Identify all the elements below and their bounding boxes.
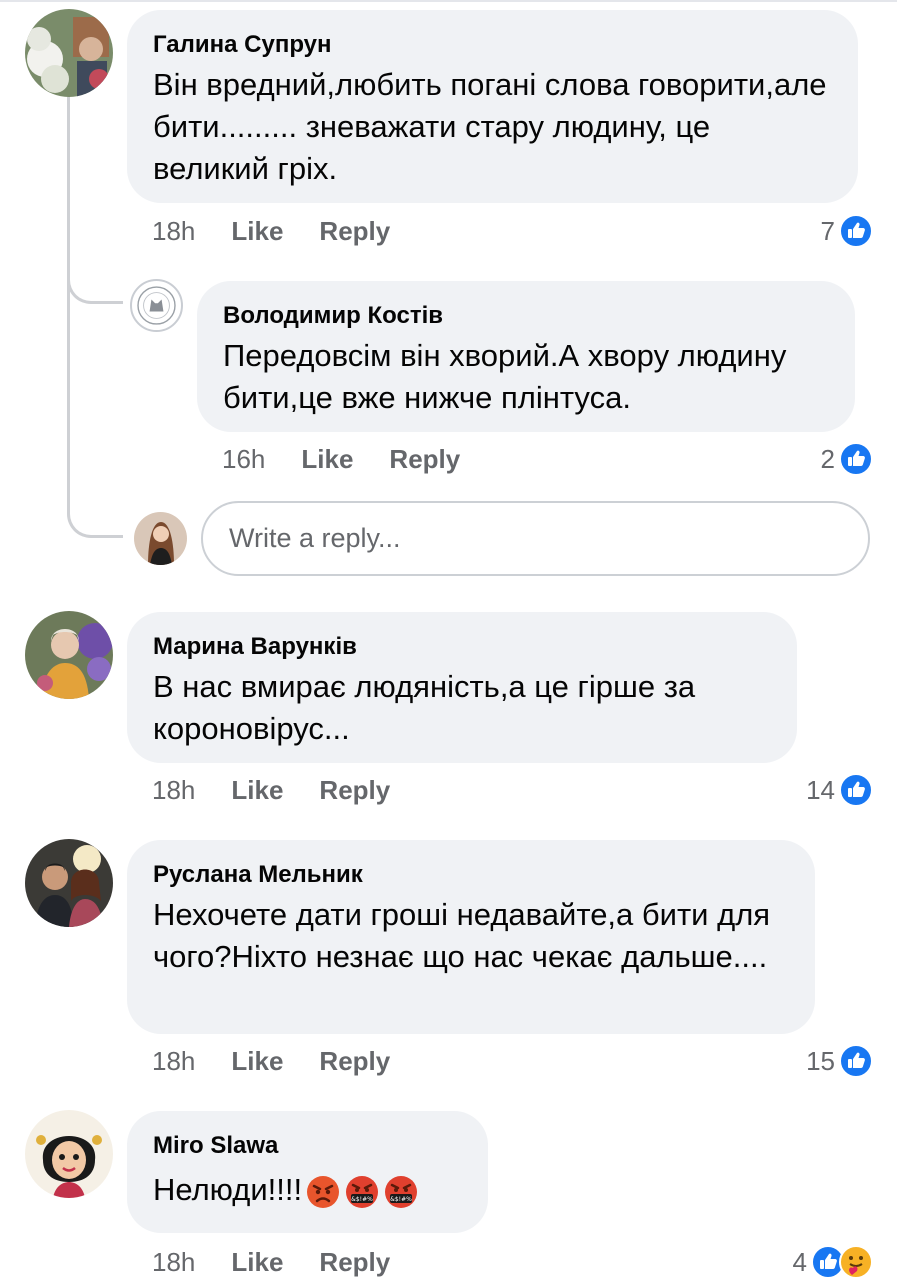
reply-input-placeholder: Write a reply... [229, 523, 401, 553]
comment-actions: 18h Like Reply [152, 773, 390, 807]
reaction-summary[interactable]: 7 [821, 214, 873, 248]
reaction-summary[interactable]: 2 [821, 442, 873, 476]
comment-bubble: Володимир Костів Передовсім він хворий.А… [197, 281, 855, 432]
cursing-face-emoji: &$!#% [383, 1174, 419, 1210]
comment-actions: 18h Like Reply [152, 1245, 390, 1279]
comment-actions: 16h Like Reply [222, 442, 460, 476]
top-divider [0, 0, 897, 2]
comment-time[interactable]: 16h [222, 444, 265, 475]
like-button[interactable]: Like [231, 1247, 283, 1278]
comment-author[interactable]: Галина Супрун [153, 30, 832, 60]
reply-button[interactable]: Reply [319, 216, 390, 247]
reply-button[interactable]: Reply [319, 1247, 390, 1278]
reply-button[interactable]: Reply [319, 775, 390, 806]
comment-text-content: Нелюди!!!! [153, 1172, 303, 1207]
comment-author[interactable]: Марина Варунків [153, 632, 771, 662]
comment-time[interactable]: 18h [152, 1046, 195, 1077]
reaction-count: 14 [806, 774, 835, 805]
avatar-current-user [134, 512, 187, 565]
angry-face-emoji [305, 1174, 341, 1210]
like-button[interactable]: Like [301, 444, 353, 475]
comment-time[interactable]: 18h [152, 775, 195, 806]
avatar-halyna[interactable] [25, 9, 113, 97]
reaction-count: 4 [792, 1246, 807, 1277]
thread-line-branch-1 [67, 268, 123, 304]
comment-bubble: Руслана Мельник Нехочете дати гроші неда… [127, 840, 815, 1034]
comment-text: В нас вмирає людяність,а це гірше за кор… [153, 669, 696, 746]
thread-line-branch-2 [67, 500, 123, 538]
like-button[interactable]: Like [231, 775, 283, 806]
reaction-count: 15 [806, 1045, 835, 1076]
comment-author[interactable]: Володимир Костів [223, 301, 829, 331]
reply-button[interactable]: Reply [389, 444, 460, 475]
reply-button[interactable]: Reply [319, 1046, 390, 1077]
comment-text: Передовсім він хворий.А хвору людину бит… [223, 338, 787, 415]
comment-bubble: Галина Супрун Він вредний,любить погані … [127, 10, 858, 203]
comment-text: Він вредний,любить погані слова говорити… [153, 67, 827, 186]
reaction-count: 2 [820, 443, 835, 474]
avatar-maryna[interactable] [25, 611, 113, 699]
svg-text:&$!#%: &$!#% [351, 1196, 373, 1203]
comment-actions: 18h Like Reply [152, 1044, 390, 1078]
comment-time[interactable]: 18h [152, 216, 195, 247]
comment-bubble: Miro Slawa Нелюди!!!! &$!#% &$!#% [127, 1111, 488, 1233]
comment-author[interactable]: Miro Slawa [153, 1131, 462, 1161]
like-button[interactable]: Like [231, 1046, 283, 1077]
care-reaction-icon [839, 1245, 873, 1279]
like-reaction-icon [839, 442, 873, 476]
reaction-summary[interactable]: 14 [806, 773, 873, 807]
reaction-summary[interactable]: 4 [793, 1245, 873, 1279]
avatar-ruslana[interactable] [25, 839, 113, 927]
comment-text: Нехочете дати гроші недавайте,а бити для… [153, 897, 771, 974]
reaction-count: 7 [820, 215, 835, 246]
like-reaction-icon [839, 214, 873, 248]
reply-input[interactable]: Write a reply... [201, 501, 870, 576]
comment-bubble: Марина Варунків В нас вмирає людяність,а… [127, 612, 797, 763]
avatar-miro[interactable] [25, 1110, 113, 1198]
like-reaction-icon [839, 1044, 873, 1078]
svg-text:&$!#%: &$!#% [390, 1196, 412, 1203]
like-button[interactable]: Like [231, 216, 283, 247]
reaction-summary[interactable]: 15 [806, 1044, 873, 1078]
comment-actions: 18h Like Reply [152, 214, 390, 248]
avatar-volodymyr[interactable] [130, 279, 183, 332]
comment-time[interactable]: 18h [152, 1247, 195, 1278]
comment-text: Нелюди!!!! &$!#% &$!#% [153, 1169, 462, 1211]
thread-line-vertical [67, 96, 70, 512]
comment-author[interactable]: Руслана Мельник [153, 860, 789, 890]
cursing-face-emoji: &$!#% [344, 1174, 380, 1210]
like-reaction-icon [839, 773, 873, 807]
